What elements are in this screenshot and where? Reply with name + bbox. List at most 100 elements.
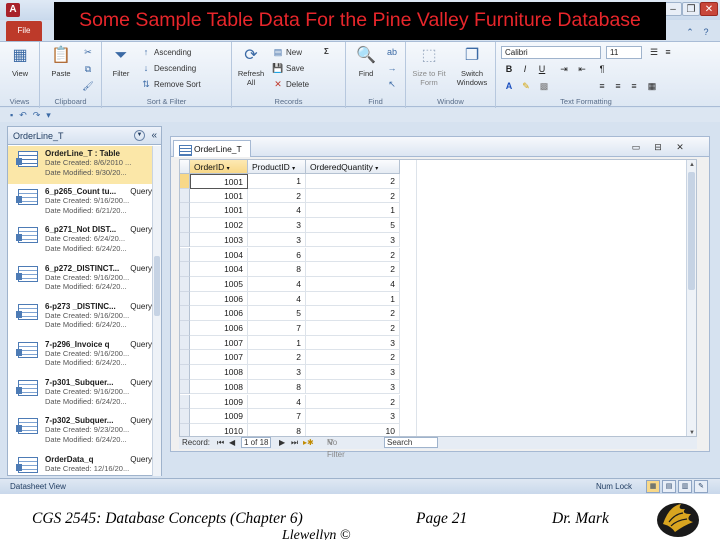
- nav-object-item[interactable]: Query 7-p296_Invoice q Date Created: 9/16/…: [8, 337, 154, 375]
- filter-button[interactable]: ⏷ Filter: [104, 45, 138, 78]
- table-cell[interactable]: 1009: [190, 409, 248, 424]
- table-cell[interactable]: 8: [248, 379, 306, 395]
- close-button[interactable]: ✕: [700, 2, 718, 16]
- table-cell[interactable]: 2: [306, 306, 400, 321]
- underline-button[interactable]: U: [536, 63, 548, 76]
- table-cell[interactable]: 4: [248, 291, 306, 307]
- nav-object-item[interactable]: Query 6_p272_DISTINCT... Date Created: 9/1…: [8, 261, 154, 299]
- nav-object-item[interactable]: Query 6-p273 _DISTINC... Date Created: 9/1…: [8, 299, 154, 337]
- bold-button[interactable]: B: [503, 63, 515, 76]
- replace-button[interactable]: ab: [386, 45, 400, 59]
- pivottable-view-icon[interactable]: ▤: [662, 480, 676, 493]
- ribbon-collapse-icon[interactable]: ⌃: [684, 26, 696, 38]
- list-numbers-icon[interactable]: ≡: [662, 46, 674, 59]
- row-selector[interactable]: [180, 409, 190, 424]
- table-cell[interactable]: 3: [306, 409, 400, 424]
- indent-icon[interactable]: ⇥: [558, 63, 570, 76]
- column-sort-dropdown-icon[interactable]: ▾: [292, 166, 295, 172]
- qat-save-icon[interactable]: ▪: [10, 110, 19, 120]
- table-cell[interactable]: 4: [248, 394, 306, 410]
- row-selector[interactable]: [180, 203, 190, 219]
- search-input[interactable]: Search: [384, 437, 438, 448]
- table-cell[interactable]: 1: [306, 291, 400, 307]
- table-cell[interactable]: 4: [248, 276, 306, 292]
- font-color-icon[interactable]: A: [503, 80, 515, 93]
- text-direction-icon[interactable]: ¶: [596, 63, 608, 76]
- table-cell[interactable]: 8: [248, 423, 306, 436]
- table-cell[interactable]: 3: [306, 379, 400, 395]
- table-cell[interactable]: 2: [248, 350, 306, 366]
- new-record-nav-icon[interactable]: ▸✱: [303, 437, 314, 449]
- file-tab[interactable]: File: [6, 21, 42, 41]
- access-app-icon[interactable]: A: [6, 3, 20, 17]
- row-selector[interactable]: [180, 379, 190, 395]
- table-cell[interactable]: 4: [306, 276, 400, 292]
- doc-restore-icon[interactable]: ⊟: [651, 141, 665, 153]
- find-button[interactable]: 🔍 Find: [349, 45, 383, 78]
- size-to-fit-form-button[interactable]: ⬚ Size to Fit Form: [410, 45, 448, 87]
- table-cell[interactable]: 3: [248, 218, 306, 233]
- table-cell[interactable]: 1007: [190, 335, 248, 351]
- nav-dropdown-icon[interactable]: ▼: [134, 130, 145, 141]
- switch-windows-button[interactable]: ❐ Switch Windows: [452, 45, 492, 87]
- doc-minimize-icon[interactable]: ▭: [629, 141, 643, 153]
- table-cell[interactable]: 1004: [190, 262, 248, 277]
- row-selector[interactable]: [180, 174, 190, 189]
- table-cell[interactable]: 1008: [190, 379, 248, 395]
- nav-object-item[interactable]: Query OrderData_q Date Created: 12/16/20..…: [8, 452, 154, 477]
- column-header[interactable]: OrderedQuantity ▾: [306, 160, 400, 174]
- table-cell[interactable]: 1006: [190, 306, 248, 321]
- save-record-button[interactable]: 💾 Save: [272, 61, 304, 75]
- sort-descending-button[interactable]: ↓ Descending: [140, 61, 197, 75]
- row-selector[interactable]: [180, 306, 190, 321]
- row-selector[interactable]: [180, 232, 190, 248]
- delete-record-button[interactable]: ✕ Delete: [272, 77, 309, 91]
- table-cell[interactable]: 1: [248, 174, 306, 189]
- table-cell[interactable]: 1003: [190, 232, 248, 248]
- collapse-pane-icon[interactable]: «: [151, 127, 157, 145]
- row-selector[interactable]: [180, 350, 190, 366]
- row-selector[interactable]: [180, 335, 190, 351]
- table-cell[interactable]: 2: [306, 394, 400, 410]
- row-selector[interactable]: [180, 262, 190, 277]
- table-cell[interactable]: 8: [248, 262, 306, 277]
- table-cell[interactable]: 3: [306, 232, 400, 248]
- table-cell[interactable]: 1009: [190, 394, 248, 410]
- goto-button[interactable]: →: [386, 61, 400, 75]
- record-position-field[interactable]: 1 of 18: [241, 437, 272, 448]
- row-selector[interactable]: [180, 365, 190, 380]
- qat-redo-icon[interactable]: ↷: [33, 110, 47, 120]
- row-selector[interactable]: [180, 394, 190, 410]
- nav-scrollbar[interactable]: [152, 146, 161, 476]
- table-cell[interactable]: 2: [306, 174, 400, 189]
- view-button[interactable]: ▦ View: [3, 45, 37, 78]
- paste-button[interactable]: 📋 Paste: [44, 45, 78, 78]
- table-cell[interactable]: 1006: [190, 321, 248, 336]
- table-cell[interactable]: 3: [248, 232, 306, 248]
- fill-color-icon[interactable]: ▩: [538, 80, 550, 93]
- table-cell[interactable]: 2: [248, 188, 306, 204]
- minimize-button[interactable]: –: [664, 2, 682, 16]
- nav-scroll-thumb[interactable]: [154, 256, 160, 316]
- table-cell[interactable]: 1010: [190, 423, 248, 436]
- italic-button[interactable]: I: [519, 63, 531, 76]
- copy-button[interactable]: ⧉: [82, 62, 96, 76]
- table-cell[interactable]: 1004: [190, 247, 248, 263]
- new-record-button[interactable]: ▤ New: [272, 45, 302, 59]
- select-button[interactable]: ↖: [386, 77, 400, 91]
- datasheet-scrollbar[interactable]: ▲ ▼: [686, 160, 696, 436]
- next-record-icon[interactable]: ▶: [279, 437, 285, 449]
- align-left-icon[interactable]: ≡: [596, 80, 608, 93]
- column-sort-dropdown-icon[interactable]: ▾: [375, 166, 378, 172]
- row-selector[interactable]: [180, 321, 190, 336]
- datasheet-view-icon[interactable]: ▦: [646, 480, 660, 493]
- restore-button[interactable]: ❐: [682, 2, 700, 16]
- table-cell[interactable]: 1006: [190, 291, 248, 307]
- nav-pane-header[interactable]: OrderLine_T ▼ «: [8, 127, 161, 145]
- nav-object-item[interactable]: Query 7-p301_Subquer... Date Created: 9/16…: [8, 375, 154, 413]
- row-selector[interactable]: [180, 276, 190, 292]
- row-selector[interactable]: [180, 291, 190, 307]
- nav-object-item[interactable]: Query 6_p271_Not DIST... Date Created: 6/2…: [8, 222, 154, 260]
- cut-button[interactable]: ✂: [82, 45, 96, 59]
- table-cell[interactable]: 3: [306, 365, 400, 380]
